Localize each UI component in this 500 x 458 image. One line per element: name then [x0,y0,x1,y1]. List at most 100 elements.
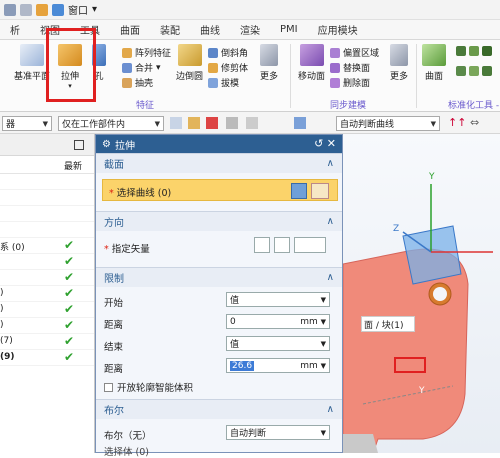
tab-render[interactable]: 渲染 [230,22,270,37]
navigator-row[interactable]: (7) ✔ [0,334,94,350]
type-filter[interactable]: 器 ▼ [2,116,52,131]
collapse-icon[interactable]: ∧ [327,272,334,283]
snap-icon[interactable] [188,117,200,129]
navigator-row[interactable] [0,174,94,190]
navigator-row[interactable]: ✔ [0,270,94,286]
surface-button[interactable]: 曲面 [422,44,446,82]
scope-filter[interactable]: 仅在工作部件内 ▼ [58,116,164,131]
dropdown-icon[interactable] [52,3,64,16]
tab-applications[interactable]: 应用模块 [308,22,368,37]
open-profile-option[interactable]: 开放轮廓智能体积 [104,380,193,394]
navigator-row[interactable]: 系 (0) ✔ [0,238,94,254]
gear-icon[interactable]: ⚙ [102,139,111,150]
checkmark-icon: ✔ [64,254,75,268]
tab-assembly[interactable]: 装配 [150,22,190,37]
direction-header[interactable]: 方向 ∧ [96,211,342,231]
dialog-title-bar: ⚙ 拉伸 ↺ ✕ [96,135,342,153]
std-tool-icon [469,66,479,76]
more-button-1[interactable]: 更多 [260,44,278,82]
end-select[interactable]: 值 ▼ [226,336,330,351]
limits-header[interactable]: 限制 ∧ [96,267,342,287]
start-select[interactable]: 值 ▼ [226,292,330,307]
boolean-header[interactable]: 布尔 ∧ [96,399,342,419]
part-body [343,248,469,453]
collapse-icon[interactable]: ∧ [327,404,334,415]
limits-group: 限制 ∧ [96,267,342,287]
unite-button[interactable]: 合并 ▾ [122,61,161,74]
datum-plane-preview [402,225,462,285]
boolean-select[interactable]: 自动判断 ▼ [226,425,330,440]
section-header[interactable]: 截面 ∧ [96,153,342,173]
sketch-section-icon[interactable] [291,183,307,199]
start-distance-input[interactable]: 0 mm ▼ [226,314,330,329]
navigator-row[interactable]: ✔ [0,254,94,270]
navigator-row[interactable]: ) ✔ [0,302,94,318]
array-feature-button[interactable]: 阵列特征 [122,46,171,59]
more-button-2[interactable]: 更多 [390,44,408,82]
select-box-icon[interactable] [246,117,258,129]
point-icon[interactable] [226,117,238,129]
shell-button[interactable]: 抽壳 [122,76,153,89]
navigator-row[interactable] [0,206,94,222]
chevron-down-icon[interactable]: ▾ [92,4,97,15]
window-menu[interactable]: 窗口 [68,2,88,17]
curve-rule-icon[interactable] [294,117,306,129]
navigator-columns: 最新 [0,156,94,174]
checkmark-icon: ✔ [64,350,75,364]
checkmark-icon: ✔ [64,302,75,316]
draft-button[interactable]: 拔模 [208,76,239,89]
navigator-row[interactable] [0,190,94,206]
datum-plane-button[interactable]: 基准平面 [14,44,50,82]
curve-icon[interactable] [311,183,329,199]
navigator-row[interactable]: (9) ✔ [0,350,94,366]
navigator-row[interactable]: ) ✔ [0,286,94,302]
tab-analysis[interactable]: 析 [0,22,30,37]
reset-close-icons[interactable]: ↺ ✕ [314,137,336,150]
filter-icon[interactable] [206,117,218,129]
navigator-row[interactable]: ) ✔ [0,318,94,334]
edge-blend-button[interactable]: 边倒圆 [176,44,203,82]
arrow-up-icon[interactable]: ↑↑ [448,116,466,129]
move-face-button[interactable]: 移动面 [298,44,325,82]
copy-icon[interactable] [4,3,16,16]
move-icon[interactable]: ⇔ [470,116,479,129]
end-distance-input[interactable]: 26.6 mm ▼ [226,358,330,373]
reverse-direction-icon[interactable] [254,237,270,253]
paste-icon[interactable] [20,3,32,16]
curve-rule-select[interactable]: 自动判断曲线 ▼ [336,116,440,131]
select-curve-row[interactable]: * 选择曲线 (0) [102,179,338,201]
delete-face-icon [330,77,340,88]
more-icon [390,44,408,66]
window-icon[interactable] [36,3,48,16]
vector-dialog-icon[interactable] [274,237,290,253]
chamfer-button[interactable]: 倒斜角 [208,46,248,59]
navigator-row[interactable] [0,222,94,238]
face-tooltip: 面 / 块(1) [361,316,415,332]
checkmark-icon: ✔ [64,270,75,284]
std-tool-icon [469,46,479,56]
draft-icon [208,77,218,88]
tab-pmi[interactable]: PMI [270,24,308,35]
tab-surface[interactable]: 曲面 [110,22,150,37]
select-icon[interactable] [170,117,182,129]
offset-region-button[interactable]: 偏置区域 [330,46,379,59]
extrude-highlight-box [46,28,96,102]
navigator-row-label: (7) [0,336,13,346]
divider [416,44,417,108]
tab-curve[interactable]: 曲线 [190,22,230,37]
maximize-icon[interactable] [74,140,84,150]
delete-face-button[interactable]: 删除面 [330,76,370,89]
extrude-dialog: ⚙ 拉伸 ↺ ✕ 截面 ∧ * 选择曲线 (0) 方向 ∧ * 指定矢量 限制 ∧ 开始 … [95,134,343,458]
end-label: 结束 [104,342,124,353]
graphics-viewport[interactable]: Y Z 面 / 块(1) Y [343,134,500,453]
trim-body-button[interactable]: 修剪体 [208,61,248,74]
collapse-icon[interactable]: ∧ [327,158,334,169]
collapse-icon[interactable]: ∧ [327,216,334,227]
more-icon [260,44,278,66]
vector-type-dropdown[interactable] [294,237,326,253]
std-tool-icons[interactable] [456,46,492,56]
std-tool-icons-2[interactable] [456,66,492,76]
open-profile-checkbox[interactable] [104,382,113,392]
replace-face-button[interactable]: 替换面 [330,61,370,74]
std-tool-icon [482,66,492,76]
